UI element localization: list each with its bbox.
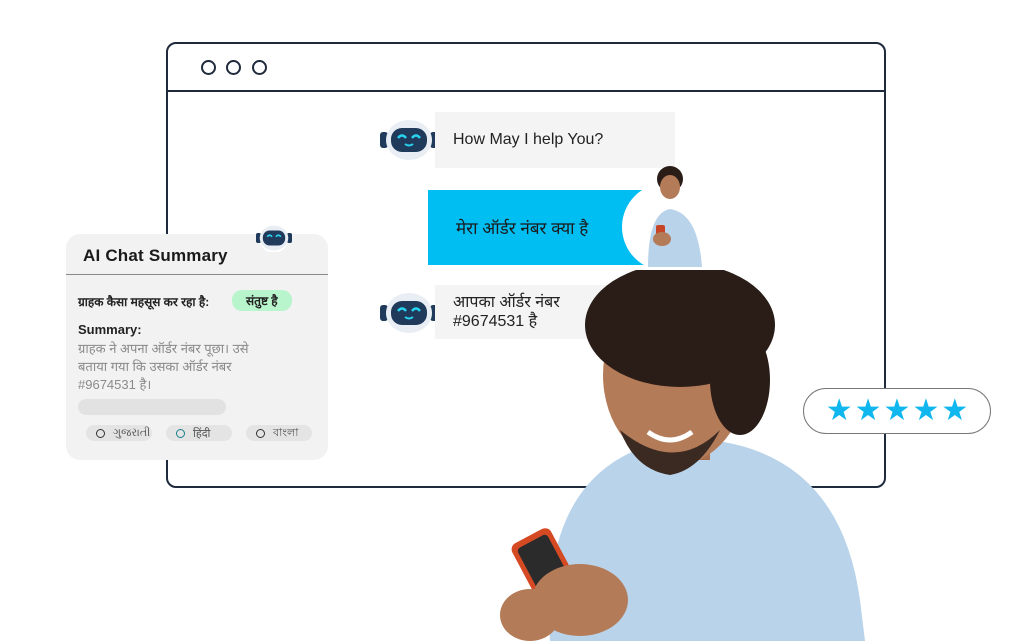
summary-body-line: बताया गया कि उसका ऑर्डर नंबर [78,359,232,374]
star-icon: ★ [941,394,969,427]
feeling-label: ग्राहक कैसा महसूस कर रहा है: [78,295,210,309]
language-label: ગુજરાતી [113,426,151,439]
radio-icon [176,428,185,438]
language-option-bengali[interactable]: বাংলা [246,425,312,441]
star-rating: ★ ★ ★ ★ ★ [803,388,991,434]
summary-body: ग्राहक ने अपना ऑर्डर नंबर पूछा। उसे बताय… [78,340,298,394]
language-label: বাংলা [273,426,299,439]
bot-message: How May I help You? [435,112,675,168]
user-avatar [622,166,708,267]
window-dot-icon [201,60,216,75]
window-titlebar [168,44,884,92]
radio-icon [256,428,265,438]
summary-title: AI Chat Summary [83,246,228,265]
bot-avatar-icon [380,293,438,333]
summary-body-line: #9674531 है। [78,377,152,392]
star-icon: ★ [825,394,853,427]
feeling-badge: संतुष्ट है [232,290,292,311]
bot-avatar-icon [380,120,438,160]
star-icon: ★ [912,394,940,427]
smiling-man-with-phone-image [500,270,865,641]
user-message-text: मेरा ऑर्डर नंबर क्या है [456,219,589,238]
summary-heading: Summary: [78,322,142,337]
summary-bot-icon [256,224,292,252]
summary-body-line: ग्राहक ने अपना ऑर्डर नंबर पूछा। उसे [78,341,249,356]
ai-chat-summary-card: AI Chat Summary ग्राहक कैसा महसूस कर रहा… [66,224,328,460]
star-icon: ★ [854,394,882,427]
summary-placeholder-bar [78,399,226,415]
window-dot-icon [252,60,267,75]
language-label: हिंदी [193,427,211,440]
language-option-gujarati[interactable]: ગુજરાતી [86,425,152,441]
bot-greeting-text: How May I help You? [453,131,604,148]
radio-icon [96,428,105,438]
language-option-hindi[interactable]: हिंदी [166,425,232,441]
star-icon: ★ [883,394,911,427]
summary-divider [66,274,328,275]
window-dot-icon [226,60,241,75]
